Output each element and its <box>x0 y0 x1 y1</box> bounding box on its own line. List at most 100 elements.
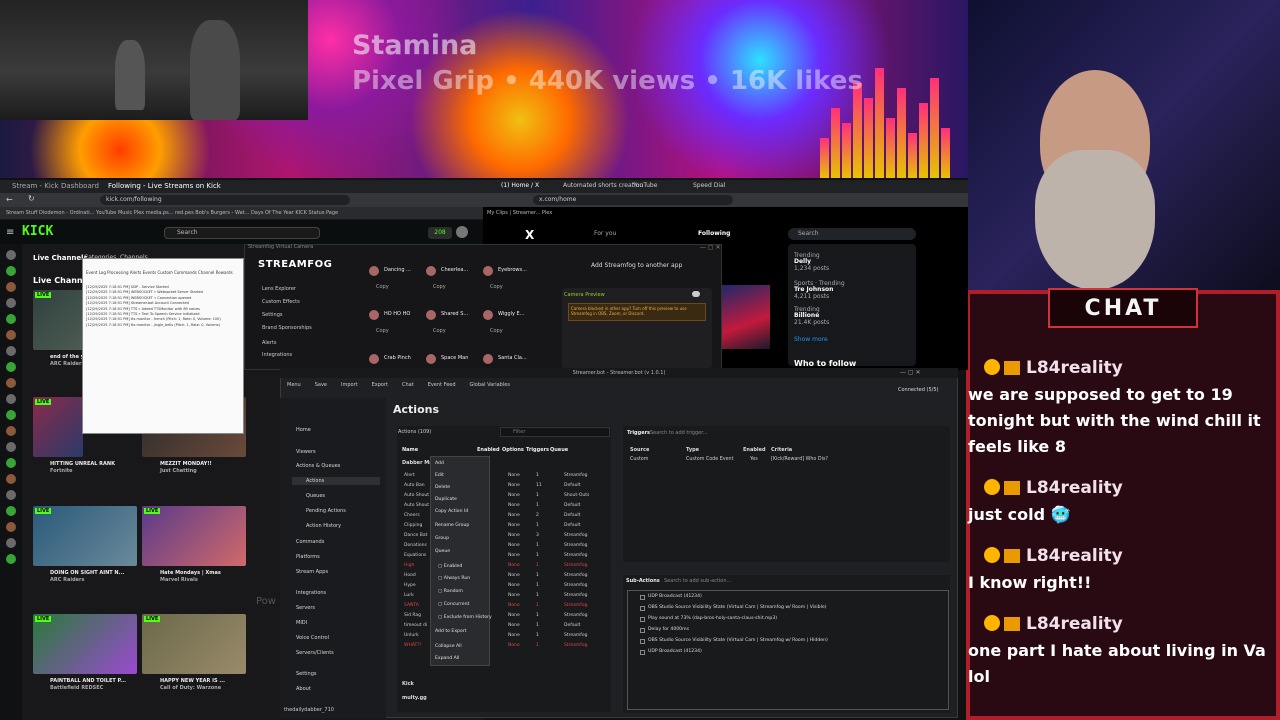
context-menu-item[interactable]: ▢ Enabled <box>438 564 462 569</box>
trigger-type[interactable]: Custom Code Event <box>686 457 733 462</box>
subaction-checkbox[interactable] <box>640 606 645 611</box>
connection-status[interactable]: Connected (5/5) <box>898 387 938 393</box>
x-search-input[interactable]: Search <box>788 228 916 240</box>
tab-kick-dashboard[interactable]: Stream - Kick Dashboard <box>12 182 99 190</box>
context-menu-item[interactable]: Copy Action Id <box>435 509 468 514</box>
lens-card[interactable]: Eyebrows... Copy <box>478 262 530 302</box>
lens-card[interactable]: HO HO HO Copy <box>364 306 416 346</box>
channel-card-category[interactable]: Marvel Rivals <box>160 577 198 583</box>
followed-channel-avatar[interactable] <box>6 458 16 468</box>
sf-nav-lens-explorer[interactable]: Lens Explorer <box>262 286 296 292</box>
column-header[interactable]: Options <box>502 447 524 453</box>
copy-button[interactable]: Copy <box>490 328 503 334</box>
column-header[interactable]: Queue <box>550 447 568 453</box>
subaction-item[interactable]: OBS Studio Source Visibility State (Virt… <box>648 605 827 610</box>
avatar[interactable] <box>456 226 468 238</box>
channel-card-title[interactable]: PAINTBALL AND TOILET P... <box>50 678 126 684</box>
trend-name[interactable]: Delly <box>794 258 811 265</box>
subaction-checkbox[interactable] <box>640 617 645 622</box>
context-menu-item[interactable]: ▢ Always Run <box>438 576 470 581</box>
account-name[interactable]: thedailydabber_710 <box>284 707 334 713</box>
context-menu-item[interactable]: Add to Export <box>435 629 466 634</box>
subaction-item[interactable]: UDP Broadcast (41234) <box>648 649 702 654</box>
show-more-link[interactable]: Show more <box>794 336 828 343</box>
channel-card-category[interactable]: Call of Duty: Warzone <box>160 685 221 691</box>
followed-channel-avatar[interactable] <box>6 442 16 452</box>
group-header[interactable]: Dabber Ma <box>402 460 433 466</box>
kick-points-badge[interactable]: 208 <box>428 227 452 239</box>
import-button[interactable]: Import <box>341 382 358 388</box>
nav-stream-apps[interactable]: Stream Apps <box>296 569 328 575</box>
sf-nav-alerts[interactable]: Alerts <box>262 340 277 346</box>
channel-card-title[interactable]: DOING ON SIGHT AINT N... <box>50 570 124 576</box>
column-header[interactable]: Enabled <box>477 447 500 453</box>
tab-automated-shorts[interactable]: Automated shorts creation <box>563 182 643 189</box>
back-icon[interactable]: ← <box>6 195 13 204</box>
followed-channel-avatar[interactable] <box>6 554 16 564</box>
channel-card-title[interactable]: HAPPY NEW YEAR IS ... <box>160 678 225 684</box>
followed-channel-avatar[interactable] <box>6 426 16 436</box>
followed-channel-avatar[interactable] <box>6 538 16 548</box>
column-header[interactable]: Source <box>630 447 649 453</box>
channel-card[interactable]: LIVE <box>33 614 137 674</box>
nav-commands[interactable]: Commands <box>296 539 324 545</box>
sf-nav-integrations[interactable]: Integrations <box>262 352 292 358</box>
trigger-enabled[interactable]: Yes <box>750 457 758 462</box>
nav-settings[interactable]: Settings <box>296 671 317 677</box>
subaction-item[interactable]: Delay for 4000ms <box>648 627 689 632</box>
context-menu-item[interactable]: Rename Group <box>435 523 469 528</box>
lens-card[interactable]: Cheerlea... Copy <box>421 262 473 302</box>
nav-queues[interactable]: Queues <box>306 493 325 499</box>
context-menu-item[interactable]: Add <box>435 461 444 466</box>
channel-card-category[interactable]: Just Chatting <box>160 468 197 474</box>
followed-channel-avatar[interactable] <box>6 298 16 308</box>
subaction-item[interactable]: UDP Broadcast (41234) <box>648 594 702 599</box>
column-header[interactable]: Name <box>402 447 418 453</box>
column-header[interactable]: Triggers <box>526 447 549 453</box>
trigger-source[interactable]: Custom <box>630 457 648 462</box>
nav-actions[interactable]: Actions <box>292 477 380 485</box>
tab-youtube[interactable]: YouTube <box>633 182 657 189</box>
copy-button[interactable]: Copy <box>433 328 446 334</box>
followed-channel-avatar[interactable] <box>6 506 16 516</box>
context-menu-item[interactable]: ▢ Exclude from History <box>438 615 492 620</box>
nav-midi[interactable]: MIDI <box>296 620 307 626</box>
channel-card-category[interactable]: Fortnite <box>50 468 73 474</box>
followed-channel-avatar[interactable] <box>6 314 16 324</box>
nav-voice-control[interactable]: Voice Control <box>296 635 329 641</box>
nav-pending-actions[interactable]: Pending Actions <box>306 508 346 514</box>
nav-about[interactable]: About <box>296 686 311 692</box>
copy-button[interactable]: Copy <box>376 328 389 334</box>
context-menu-item[interactable]: Expand All <box>435 656 459 661</box>
lens-card[interactable]: Santa Cla... <box>478 350 530 370</box>
trigger-search-input[interactable]: Search to add trigger... <box>650 430 708 436</box>
followed-channel-avatar[interactable] <box>6 378 16 388</box>
channel-card[interactable]: LIVE <box>142 614 246 674</box>
menu-icon[interactable]: ≡ <box>6 227 14 238</box>
channel-card-title[interactable]: HITTING UNREAL RANK <box>50 461 115 467</box>
context-menu-item[interactable]: ▢ Concurrent <box>438 602 469 607</box>
sf-nav-settings[interactable]: Settings <box>262 312 283 318</box>
channel-card[interactable]: LIVE <box>142 506 246 566</box>
save-button[interactable]: Save <box>315 382 327 388</box>
subaction-item[interactable]: OBS Studio Source Visibility State (Virt… <box>648 638 828 643</box>
context-menu-item[interactable]: Collapse All <box>435 644 462 649</box>
bookmarks-list[interactable]: Stream Stuff Diodemon - Ordinati... YouT… <box>6 210 338 216</box>
subaction-checkbox[interactable] <box>640 628 645 633</box>
group-header[interactable]: multy.gg <box>402 695 427 701</box>
kick-search-input[interactable]: Search <box>164 227 320 239</box>
trend-name[interactable]: Tre Johnson <box>794 286 833 293</box>
followed-channel-avatar[interactable] <box>6 410 16 420</box>
subaction-checkbox[interactable] <box>640 595 645 600</box>
channel-card-title[interactable]: Hate Mondays | Xmas <box>160 570 221 576</box>
tab-x-home[interactable]: (1) Home / X <box>501 182 539 189</box>
nav-platforms[interactable]: Platforms <box>296 554 320 560</box>
nav-actions-queues[interactable]: Actions & Queues <box>296 463 340 469</box>
followed-channel-avatar[interactable] <box>6 490 16 500</box>
nav-servers-clients[interactable]: Servers/Clients <box>296 650 334 656</box>
menu-button[interactable]: Menu <box>287 382 301 388</box>
column-header[interactable]: Criteria <box>771 447 792 453</box>
followed-channel-avatar[interactable] <box>6 362 16 372</box>
channel-card-category[interactable]: ARC Raiders <box>50 577 84 583</box>
trigger-criteria[interactable]: [Kick/Reward] Who Dis? <box>771 457 828 462</box>
